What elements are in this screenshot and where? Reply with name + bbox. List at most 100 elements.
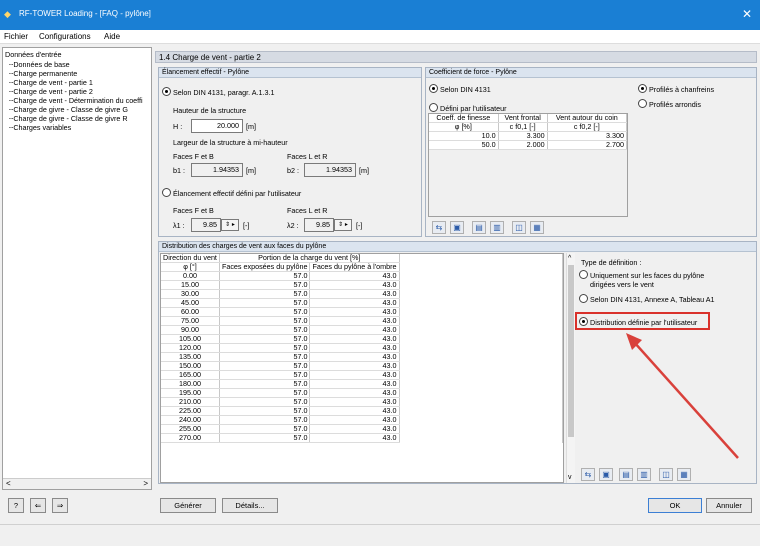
export-excel-icon[interactable]: ▤ [619, 468, 633, 481]
b1-label: b1 : [173, 166, 185, 175]
definition-din-label: Selon DIN 4131, Annexe A, Tableau A1 [590, 295, 715, 304]
empty-cell [399, 415, 563, 425]
empty-cell [399, 343, 563, 353]
details-button[interactable]: Détails... [222, 498, 278, 513]
previous-button[interactable]: ⇐ [30, 498, 46, 513]
nav-item-vent-1[interactable]: ┄Charge de vent - partie 1 [9, 78, 93, 87]
grid-icon[interactable]: ▦ [677, 468, 691, 481]
nav-horizontal-scrollbar[interactable]: < > [3, 478, 151, 489]
cell[interactable]: 270.00 [161, 433, 220, 443]
definition-windward-label-1: Uniquement sur les faces du pylône [590, 271, 705, 280]
menu-fichier[interactable]: Fichier [4, 32, 28, 41]
definition-din-radio[interactable] [579, 294, 588, 303]
cell[interactable]: 50.0 [429, 140, 499, 150]
nav-item-charges-variables[interactable]: ┄Charges variables [9, 123, 71, 132]
definition-windward-label-2: dirigées vers le vent [590, 280, 654, 289]
page-title: 1.4 Charge de vent - partie 2 [159, 53, 261, 62]
slenderness-din-radio[interactable] [162, 87, 171, 96]
table-row: 50.0 2.000 2.700 [429, 140, 627, 150]
empty-cell [399, 406, 563, 416]
empty-cell [399, 370, 563, 380]
scroll-thumb[interactable] [568, 265, 574, 437]
nav-item-vent-2[interactable]: ┄Charge de vent - partie 2 [9, 87, 93, 96]
table-row: 90.00 57.0 43.0 [161, 325, 563, 335]
b2-input[interactable]: 1.94353 [304, 163, 356, 177]
l2-input[interactable]: 9.85 [304, 218, 334, 232]
table-row: 75.00 57.0 43.0 [161, 316, 563, 326]
nav-item-charge-permanente[interactable]: ┄Charge permanente [9, 69, 77, 78]
nav-item-givre-r[interactable]: ┄Charge de givre - Classe de givre R [9, 114, 128, 123]
slenderness-group: Élancement effectif - Pylône Selon DIN 4… [158, 67, 422, 237]
force-user-label: Défini par l'utilisateur [440, 104, 507, 113]
scroll-down-icon[interactable]: v [568, 474, 572, 481]
ok-button[interactable]: OK [648, 498, 702, 513]
empty-cell [399, 316, 563, 326]
force-din-label: Selon DIN 4131 [440, 85, 491, 94]
cell[interactable]: 57.0 [219, 433, 311, 443]
cancel-button[interactable]: Annuler [706, 498, 752, 513]
scroll-left-icon[interactable]: < [6, 479, 11, 488]
faces-fb-label: Faces F et B [173, 152, 214, 161]
menu-configurations[interactable]: Configurations [39, 32, 91, 41]
app-icon: ◆ [4, 9, 11, 19]
chamfered-radio[interactable] [638, 84, 647, 93]
export-excel-icon[interactable]: ▤ [472, 221, 486, 234]
table-row: 270.00 57.0 43.0 [161, 433, 563, 443]
table-settings-icon[interactable]: ◫ [659, 468, 673, 481]
window-title: RF-TOWER Loading - [FAQ - pylône] [19, 9, 151, 18]
table-row: 0.00 57.0 43.0 [161, 271, 563, 281]
force-din-radio[interactable] [429, 84, 438, 93]
import-icon[interactable]: ⇆ [581, 468, 595, 481]
distribution-scrollbar[interactable]: ^ v [566, 253, 575, 483]
slenderness-user-radio[interactable] [162, 188, 171, 197]
slenderness-din-label: Selon DIN 4131, paragr. A.1.3.1 [173, 88, 275, 97]
force-user-radio[interactable] [429, 103, 438, 112]
empty-cell [399, 334, 563, 344]
navigator-tree: Données d'entrée ┄Données de base ┄Charg… [2, 47, 152, 490]
l1-spinner[interactable]: ⇕ ▸ [221, 219, 239, 231]
h-input[interactable]: 20.000 [191, 119, 243, 133]
l2-label: λ2 : [287, 221, 299, 230]
empty-cell [399, 397, 563, 407]
nav-root[interactable]: Données d'entrée [5, 50, 62, 59]
l1-unit: [-] [243, 221, 250, 230]
definition-windward-radio[interactable] [579, 270, 588, 279]
grid-icon[interactable]: ▦ [530, 221, 544, 234]
l2-spinner[interactable]: ⇕ ▸ [334, 219, 352, 231]
b1-unit: [m] [246, 166, 256, 175]
import-icon[interactable]: ⇆ [432, 221, 446, 234]
b2-label: b2 : [287, 166, 299, 175]
h-unit: [m] [246, 122, 256, 131]
next-button[interactable]: ⇒ [52, 498, 68, 513]
rounded-radio[interactable] [638, 99, 647, 108]
faces-fb2-label: Faces F et B [173, 206, 214, 215]
table-row: 120.00 57.0 43.0 [161, 343, 563, 353]
empty-cell [399, 352, 563, 362]
cell[interactable]: 43.0 [309, 433, 400, 443]
table-row: 225.00 57.0 43.0 [161, 406, 563, 416]
table-row: 165.00 57.0 43.0 [161, 370, 563, 380]
faces-lr-label: Faces L et R [287, 152, 328, 161]
save-icon[interactable]: ▣ [599, 468, 613, 481]
help-button[interactable]: ? [8, 498, 24, 513]
import-excel-icon[interactable]: ▥ [490, 221, 504, 234]
import-excel-icon[interactable]: ▥ [637, 468, 651, 481]
menu-aide[interactable]: Aide [104, 32, 120, 41]
table-row: 135.00 57.0 43.0 [161, 352, 563, 362]
scroll-up-icon[interactable]: ^ [568, 255, 571, 262]
nav-item-givre-g[interactable]: ┄Charge de givre - Classe de givre G [9, 105, 128, 114]
save-icon[interactable]: ▣ [450, 221, 464, 234]
l1-input[interactable]: 9.85 [191, 218, 221, 232]
close-icon[interactable]: ✕ [742, 7, 752, 21]
empty-cell [399, 433, 563, 443]
scroll-right-icon[interactable]: > [143, 479, 148, 488]
table-settings-icon[interactable]: ◫ [512, 221, 526, 234]
force-coefficient-group: Coefficient de force - Pylône Selon DIN … [425, 67, 757, 237]
b1-input[interactable]: 1.94353 [191, 163, 243, 177]
cell[interactable]: 2.700 [547, 140, 627, 150]
nav-item-vent-coeff[interactable]: ┄Charge de vent - Détermination du coeff… [9, 96, 143, 105]
nav-item-donnees-base[interactable]: ┄Données de base [9, 60, 70, 69]
generate-button[interactable]: Générer [160, 498, 216, 513]
cell[interactable]: 2.000 [498, 140, 548, 150]
title-bar: ◆ RF-TOWER Loading - [FAQ - pylône] ✕ [0, 0, 760, 30]
